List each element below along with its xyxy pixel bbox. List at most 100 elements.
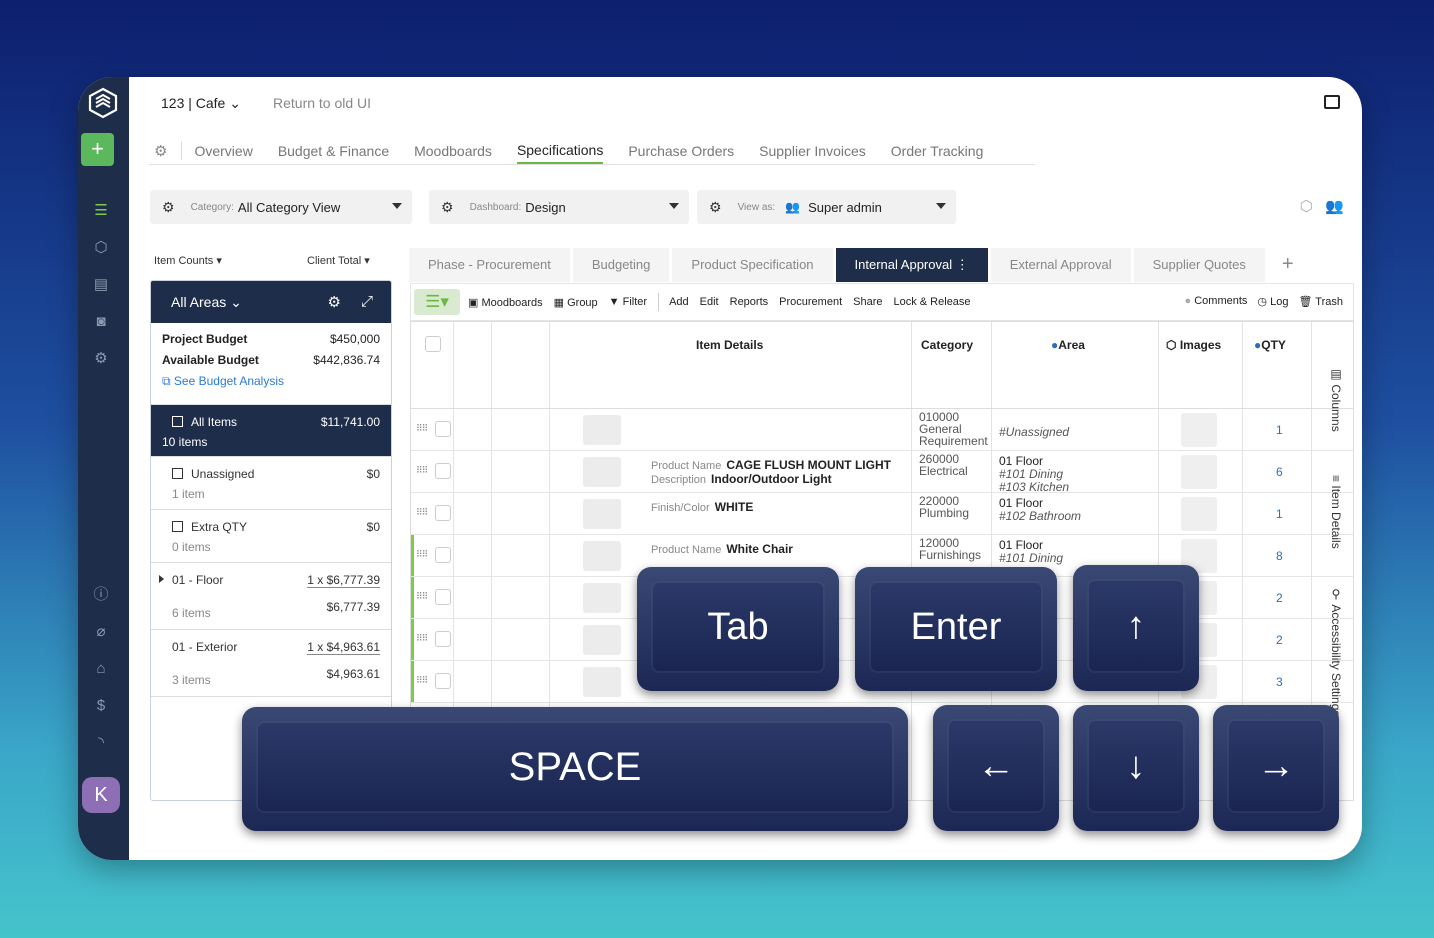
drag-handle-icon[interactable]: ⠿⠿ [416, 591, 428, 602]
qty-cell[interactable]: 2 [1276, 633, 1283, 647]
qty-cell[interactable]: 8 [1276, 549, 1283, 563]
right-arrow-key[interactable]: → [1213, 705, 1339, 831]
item-details-tab[interactable]: ≡ Item Details [1329, 475, 1343, 549]
row-checkbox[interactable] [435, 631, 451, 647]
procurement-button[interactable]: Procurement [779, 296, 842, 308]
log-button[interactable]: ◷ Log [1257, 295, 1288, 308]
table-row[interactable]: ⠿⠿ 010000 General Requirement #Unassigned 1 [411, 409, 1353, 451]
tab-budget-finance[interactable]: Budget & Finance [278, 139, 389, 163]
accessibility-tab[interactable]: ⚲ Accessibility Settings [1329, 587, 1343, 716]
qty-cell[interactable]: 3 [1276, 675, 1283, 689]
tab-specifications[interactable]: Specifications [516, 138, 604, 164]
category-dropdown[interactable]: ⚙ Category: All Category View [150, 190, 412, 224]
moodboards-button[interactable]: ▣ Moodboards [468, 296, 543, 309]
share-button[interactable]: Share [853, 296, 882, 308]
row-checkbox[interactable] [435, 547, 451, 563]
tab-internal-approval[interactable]: Internal Approval ⋮ [835, 248, 988, 282]
enter-key[interactable]: Enter [855, 567, 1057, 691]
info-icon[interactable]: ⓘ [91, 585, 111, 605]
header-qty[interactable]: ●QTY [1254, 338, 1286, 352]
header-images[interactable]: ⬡ Images [1166, 338, 1221, 352]
caret-right-icon[interactable] [159, 575, 168, 583]
add-button[interactable]: + [81, 133, 114, 166]
tab-budgeting[interactable]: Budgeting [572, 248, 670, 282]
down-arrow-key[interactable]: ↓ [1073, 705, 1199, 831]
row-checkbox[interactable] [435, 589, 451, 605]
tab-supplier-quotes[interactable]: Supplier Quotes [1133, 248, 1265, 282]
area-unassigned[interactable]: Unassigned $0 1 item [151, 457, 391, 510]
columns-tab[interactable]: ▤ Columns [1329, 367, 1343, 432]
all-areas-header[interactable]: All Areas ⌄ ⚙ ⤢ [151, 281, 391, 323]
box-icon[interactable]: ⬡ [91, 238, 111, 258]
drag-handle-icon[interactable]: ⠿⠿ [416, 465, 428, 476]
image-cell[interactable] [1181, 455, 1217, 489]
area-all-items[interactable]: All Items $11,741.00 10 items [151, 405, 391, 457]
row-checkbox[interactable] [435, 505, 451, 521]
row-checkbox[interactable] [435, 673, 451, 689]
menu-icon[interactable]: ☰▾ [414, 289, 460, 315]
item-counts-dropdown[interactable]: Item Counts ▾ [154, 254, 222, 267]
tab-supplier-invoices[interactable]: Supplier Invoices [759, 139, 866, 163]
tab-overview[interactable]: Overview [194, 139, 252, 163]
comments-button[interactable]: ● Comments [1185, 295, 1248, 308]
area-extra-qty[interactable]: Extra QTY $0 0 items [151, 510, 391, 563]
tab-key[interactable]: Tab [637, 567, 839, 691]
cube-icon[interactable]: ⬡ [1300, 198, 1313, 215]
paperclip-icon[interactable]: ⌀ [91, 622, 111, 642]
tab-purchase-orders[interactable]: Purchase Orders [628, 139, 734, 163]
header-area[interactable]: ●Area [1051, 338, 1085, 352]
image-cell[interactable] [1181, 413, 1217, 447]
image-cell[interactable] [1181, 497, 1217, 531]
project-selector[interactable]: 123 | Cafe ⌄ [161, 95, 241, 112]
tab-phase-procurement[interactable]: Phase - Procurement [409, 248, 570, 282]
see-budget-analysis-link[interactable]: ⧉ See Budget Analysis [162, 374, 380, 389]
tab-product-specification[interactable]: Product Specification [672, 248, 833, 282]
tab-external-approval[interactable]: External Approval [990, 248, 1131, 282]
qty-cell[interactable]: 6 [1276, 465, 1283, 479]
select-all-checkbox[interactable] [425, 336, 441, 352]
add-button[interactable]: Add [669, 296, 689, 308]
area-floor[interactable]: 01 - Floor 1 x $6,777.39 $6,777.39 6 ite… [151, 563, 391, 630]
drag-handle-icon[interactable]: ⠿⠿ [416, 633, 428, 644]
feed-icon[interactable]: ◝ [91, 733, 111, 753]
qty-cell[interactable]: 1 [1276, 507, 1283, 521]
edit-button[interactable]: Edit [700, 296, 719, 308]
filter-button[interactable]: ▼ Filter [609, 296, 647, 308]
chat-icon[interactable] [1324, 95, 1340, 109]
space-key[interactable]: SPACE [242, 707, 908, 831]
gear-icon[interactable]: ⚙ [149, 141, 183, 160]
trash-button[interactable]: 🗑 Trash [1298, 295, 1343, 308]
qty-cell[interactable]: 1 [1276, 423, 1283, 437]
expand-icon[interactable]: ⤢ [361, 293, 373, 310]
return-old-ui-link[interactable]: Return to old UI [273, 95, 371, 111]
dashboard-dropdown[interactable]: ⚙ Dashboard: Design [429, 190, 689, 224]
avatar[interactable]: K [82, 777, 120, 813]
settings-icon[interactable]: ⚙ [91, 349, 111, 369]
reports-button[interactable]: Reports [730, 296, 769, 308]
tab-order-tracking[interactable]: Order Tracking [891, 139, 984, 163]
add-tab-icon[interactable]: + [1282, 248, 1294, 282]
team-icon[interactable]: 👥 [1325, 198, 1344, 215]
menu-icon[interactable]: ☰ [91, 201, 111, 221]
drag-handle-icon[interactable]: ⠿⠿ [416, 507, 428, 518]
qty-cell[interactable]: 2 [1276, 591, 1283, 605]
tab-moodboards[interactable]: Moodboards [414, 139, 492, 163]
header-item-details[interactable]: Item Details [696, 338, 763, 352]
gear-icon[interactable]: ⚙ [328, 293, 341, 311]
dollar-icon[interactable]: $ [91, 696, 111, 716]
table-row[interactable]: ⠿⠿ Product Name CAGE FLUSH MOUNT LIGHT Desc… [411, 451, 1353, 494]
kebab-icon[interactable]: ⋮ [956, 257, 969, 272]
area-exterior[interactable]: 01 - Exterior 1 x $4,963.61 $4,963.61 3 … [151, 630, 391, 697]
client-total-dropdown[interactable]: Client Total ▾ [307, 254, 370, 267]
row-checkbox[interactable] [435, 463, 451, 479]
contact-icon[interactable]: ◙ [91, 312, 111, 332]
table-row[interactable]: ⠿⠿ Finish/Color WHITE 220000 Plumbing 01 Floo… [411, 493, 1353, 535]
left-arrow-key[interactable]: ← [933, 705, 1059, 831]
clipboard-icon[interactable]: ▤ [91, 275, 111, 295]
up-arrow-key[interactable]: ↑ [1073, 565, 1199, 691]
drag-handle-icon[interactable]: ⠿⠿ [416, 675, 428, 686]
drag-handle-icon[interactable]: ⠿⠿ [416, 549, 428, 560]
house-icon[interactable]: ⌂ [91, 659, 111, 679]
drag-handle-icon[interactable]: ⠿⠿ [416, 423, 428, 434]
group-button[interactable]: ▦ Group [554, 296, 598, 309]
